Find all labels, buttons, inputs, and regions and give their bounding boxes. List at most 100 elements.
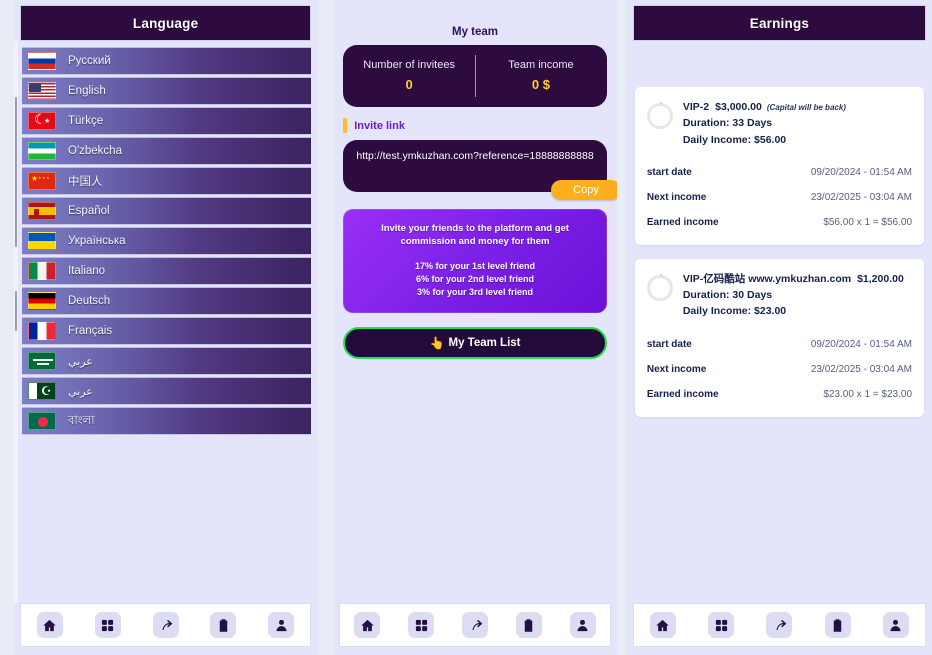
language-panel-body: Русский English Türkçe O'zbekcha 中国人 Español У… — [14, 41, 317, 603]
nav-home-button[interactable] — [649, 612, 676, 638]
earnings-card-info: VIP-2 $3,000.00 (Capital will be back) Dura… — [683, 99, 912, 148]
earnings-capital-note: (Capital will be back) — [766, 103, 846, 112]
china-flag-icon — [28, 172, 56, 190]
nav-profile-button[interactable] — [569, 612, 596, 638]
language-item[interactable]: Türkçe — [22, 107, 312, 135]
team-panel-body: My team Number of invitees 0 Team income… — [333, 0, 617, 603]
earnings-detail-key: Earned income — [646, 388, 719, 400]
nav-invite-button[interactable] — [152, 612, 179, 638]
bottom-nav-team — [339, 603, 611, 647]
ukraine-flag-icon — [28, 232, 56, 250]
team-income-value: 0 $ — [531, 76, 550, 92]
my-team-list-button[interactable]: 👆 My Team List — [343, 327, 607, 359]
earnings-detail-value: 09/20/2024 - 01:54 AM — [810, 338, 912, 350]
earnings-panel: Earnings VIP-2 $3,000.00 (Capital will be … — [626, 0, 932, 655]
team-income-label: Team income — [508, 58, 574, 71]
nav-grid-button[interactable] — [708, 612, 735, 638]
earnings-card: VIP-亿码酷站 www.ymkuzhan.com $1,200.00 Durati… — [634, 258, 924, 417]
earnings-detail-value: 23/02/2025 - 03:04 AM — [810, 363, 912, 375]
earnings-detail-row: Next income 23/02/2025 - 03:04 AM — [647, 185, 912, 210]
nav-orders-button[interactable] — [210, 612, 237, 638]
earnings-header-title: Earnings — [749, 15, 810, 31]
nav-profile-button[interactable] — [268, 612, 295, 638]
earnings-plan-line: VIP-2 $3,000.00 (Capital will be back) — [683, 99, 912, 115]
language-item[interactable]: عربي — [22, 377, 312, 405]
language-item[interactable]: Українська — [22, 227, 312, 255]
nav-orders-button[interactable] — [515, 612, 542, 638]
app-screen: Language Русский English Türkçe O'zbekcha 中国… — [0, 0, 932, 655]
invitees-value: 0 — [405, 76, 413, 92]
invite-accent-bar — [343, 118, 348, 133]
earnings-plan-line: VIP-亿码酷站 www.ymkuzhan.com $1,200.00 — [683, 271, 912, 287]
russia-flag-icon — [28, 52, 56, 70]
language-item[interactable]: Español — [22, 197, 312, 225]
language-list: Русский English Türkçe O'zbekcha 中国人 Español У… — [14, 41, 317, 435]
nav-grid-button[interactable] — [94, 612, 121, 638]
language-item[interactable]: Français — [22, 317, 312, 345]
earnings-detail-rows: start date 09/20/2024 - 01:54 AM Next inco… — [647, 160, 912, 235]
language-item[interactable]: English — [22, 77, 312, 105]
invite-link-card: http://test.ymkuzhan.com?reference=18888… — [343, 140, 617, 200]
earnings-daily-income: Daily Income: $56.00 — [682, 133, 787, 146]
language-item-label: O'zbekcha — [68, 145, 122, 157]
earnings-content: VIP-2 $3,000.00 (Capital will be back) Dura… — [627, 41, 932, 417]
progress-ring-icon — [646, 273, 673, 301]
language-item-label: Русский — [68, 55, 111, 67]
promo-card: Invite your friends to the platform and … — [343, 209, 607, 313]
earnings-top-spacer — [635, 41, 924, 87]
earnings-plan-name: VIP-2 — [682, 101, 710, 113]
promo-tier-2: 6% for your 2nd level friend — [416, 273, 535, 284]
language-item[interactable]: বাংলা — [22, 407, 312, 435]
earnings-card: VIP-2 $3,000.00 (Capital will be back) Dura… — [634, 87, 924, 245]
language-item-label: عربي — [68, 385, 93, 398]
language-item[interactable]: O'zbekcha — [22, 137, 312, 165]
copy-button[interactable]: Copy — [551, 180, 617, 200]
earnings-panel-body: VIP-2 $3,000.00 (Capital will be back) Dura… — [627, 41, 932, 603]
earnings-card-header: VIP-亿码酷站 www.ymkuzhan.com $1,200.00 Durati… — [646, 271, 912, 320]
bottom-nav-language — [20, 603, 312, 647]
watermark-domain: www.ymkuzhan.com — [748, 272, 852, 285]
nav-home-button[interactable] — [354, 612, 381, 638]
nav-orders-button[interactable] — [824, 612, 851, 638]
language-item-label: Français — [68, 325, 113, 337]
nav-profile-button[interactable] — [882, 612, 909, 638]
nav-home-button[interactable] — [36, 612, 63, 638]
language-item[interactable]: عربي — [22, 347, 312, 375]
language-scrollbar[interactable] — [14, 41, 18, 603]
language-scrollbar-thumb[interactable] — [15, 97, 17, 247]
language-item-label: Türkçe — [68, 115, 104, 127]
language-item-label: عربي — [68, 355, 93, 368]
earnings-detail-value: $23.00 x 1 = $23.00 — [823, 388, 912, 400]
italy-flag-icon — [28, 262, 56, 280]
my-team-list-label: My Team List — [448, 337, 521, 349]
team-content: My team Number of invitees 0 Team income… — [333, 26, 617, 359]
promo-tiers: 17% for your 1st level friend 6% for you… — [415, 260, 535, 299]
earnings-detail-value: 09/20/2024 - 01:54 AM — [810, 166, 912, 178]
invite-link-heading: Invite link — [343, 118, 607, 133]
earnings-daily-income: Daily Income: $23.00 — [682, 305, 787, 318]
language-scrollbar-thumb-2[interactable] — [15, 291, 17, 331]
invitees-label: Number of invitees — [363, 58, 455, 71]
language-header: Language — [20, 5, 312, 41]
progress-ring-icon — [646, 102, 673, 129]
earnings-detail-value: 23/02/2025 - 03:04 AM — [810, 191, 912, 203]
nav-invite-button[interactable] — [766, 612, 793, 638]
language-item-label: 中国人 — [68, 176, 103, 188]
turkey-flag-icon — [28, 112, 56, 130]
earnings-detail-row: start date 09/20/2024 - 01:54 AM — [647, 332, 912, 357]
language-item[interactable]: Русский — [22, 47, 312, 75]
language-item[interactable]: Deutsch — [22, 287, 312, 315]
team-title: My team — [452, 26, 499, 38]
earnings-card-header: VIP-2 $3,000.00 (Capital will be back) Dura… — [646, 99, 912, 148]
earnings-plan-name: VIP- — [682, 272, 704, 285]
language-item[interactable]: Italiano — [22, 257, 312, 285]
pakistan-flag-icon — [28, 382, 56, 400]
earnings-detail-row: Earned income $23.00 x 1 = $23.00 — [647, 382, 912, 407]
usa-flag-icon — [28, 82, 56, 100]
language-item-label: বাংলা — [68, 414, 95, 427]
nav-grid-button[interactable] — [408, 612, 435, 638]
language-item[interactable]: 中国人 — [22, 167, 312, 195]
team-panel: My team Number of invitees 0 Team income… — [333, 0, 617, 655]
nav-invite-button[interactable] — [462, 612, 488, 638]
earnings-amount: $3,000.00 — [715, 101, 762, 113]
